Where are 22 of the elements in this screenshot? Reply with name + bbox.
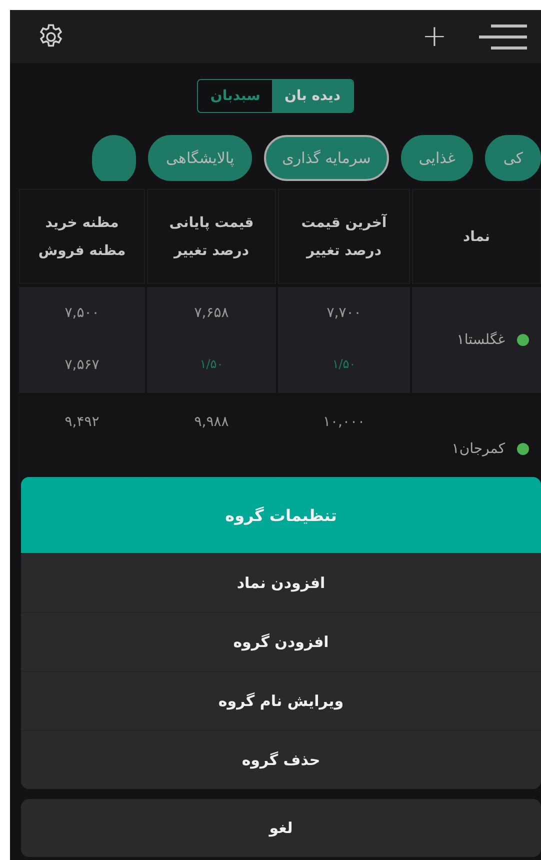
view-tab[interactable]: سبدبان (198, 80, 272, 112)
price-value: ۷,۵۶۷ (64, 357, 100, 373)
cancel-button[interactable]: لغو (21, 799, 541, 857)
column-header: مظنه خرید مظنه فروش (19, 189, 145, 284)
sheet-title: تنظیمات گروه (21, 477, 541, 553)
price-value: ۱۰,۰۰۰ (322, 414, 366, 430)
menu-item[interactable]: حذف گروه (21, 730, 541, 789)
change-percent: ۱/۵۰ (200, 357, 224, 371)
price-value: ۷,۷۰۰ (326, 305, 362, 321)
group-chip[interactable] (92, 135, 136, 181)
symbol-name[interactable]: غگلستا۱ (456, 332, 505, 348)
price-value: ۹,۹۸۸ (194, 414, 229, 430)
column-header: قیمت پایانی درصد تغییر (147, 189, 276, 284)
price-value: ۷,۵۰۰ (64, 305, 100, 321)
column-header: آخرین قیمت درصد تغییر (278, 189, 410, 284)
symbol-name[interactable]: کمرجان۱ (452, 441, 505, 457)
change-percent: ۱/۵۰ (332, 357, 356, 371)
price-value: ۷,۶۵۸ (194, 305, 229, 321)
menu-icon[interactable] (477, 22, 529, 50)
column-header: نماد (412, 189, 541, 284)
price-value: ۹,۴۹۲ (64, 414, 100, 430)
add-button[interactable]: + (422, 22, 447, 52)
